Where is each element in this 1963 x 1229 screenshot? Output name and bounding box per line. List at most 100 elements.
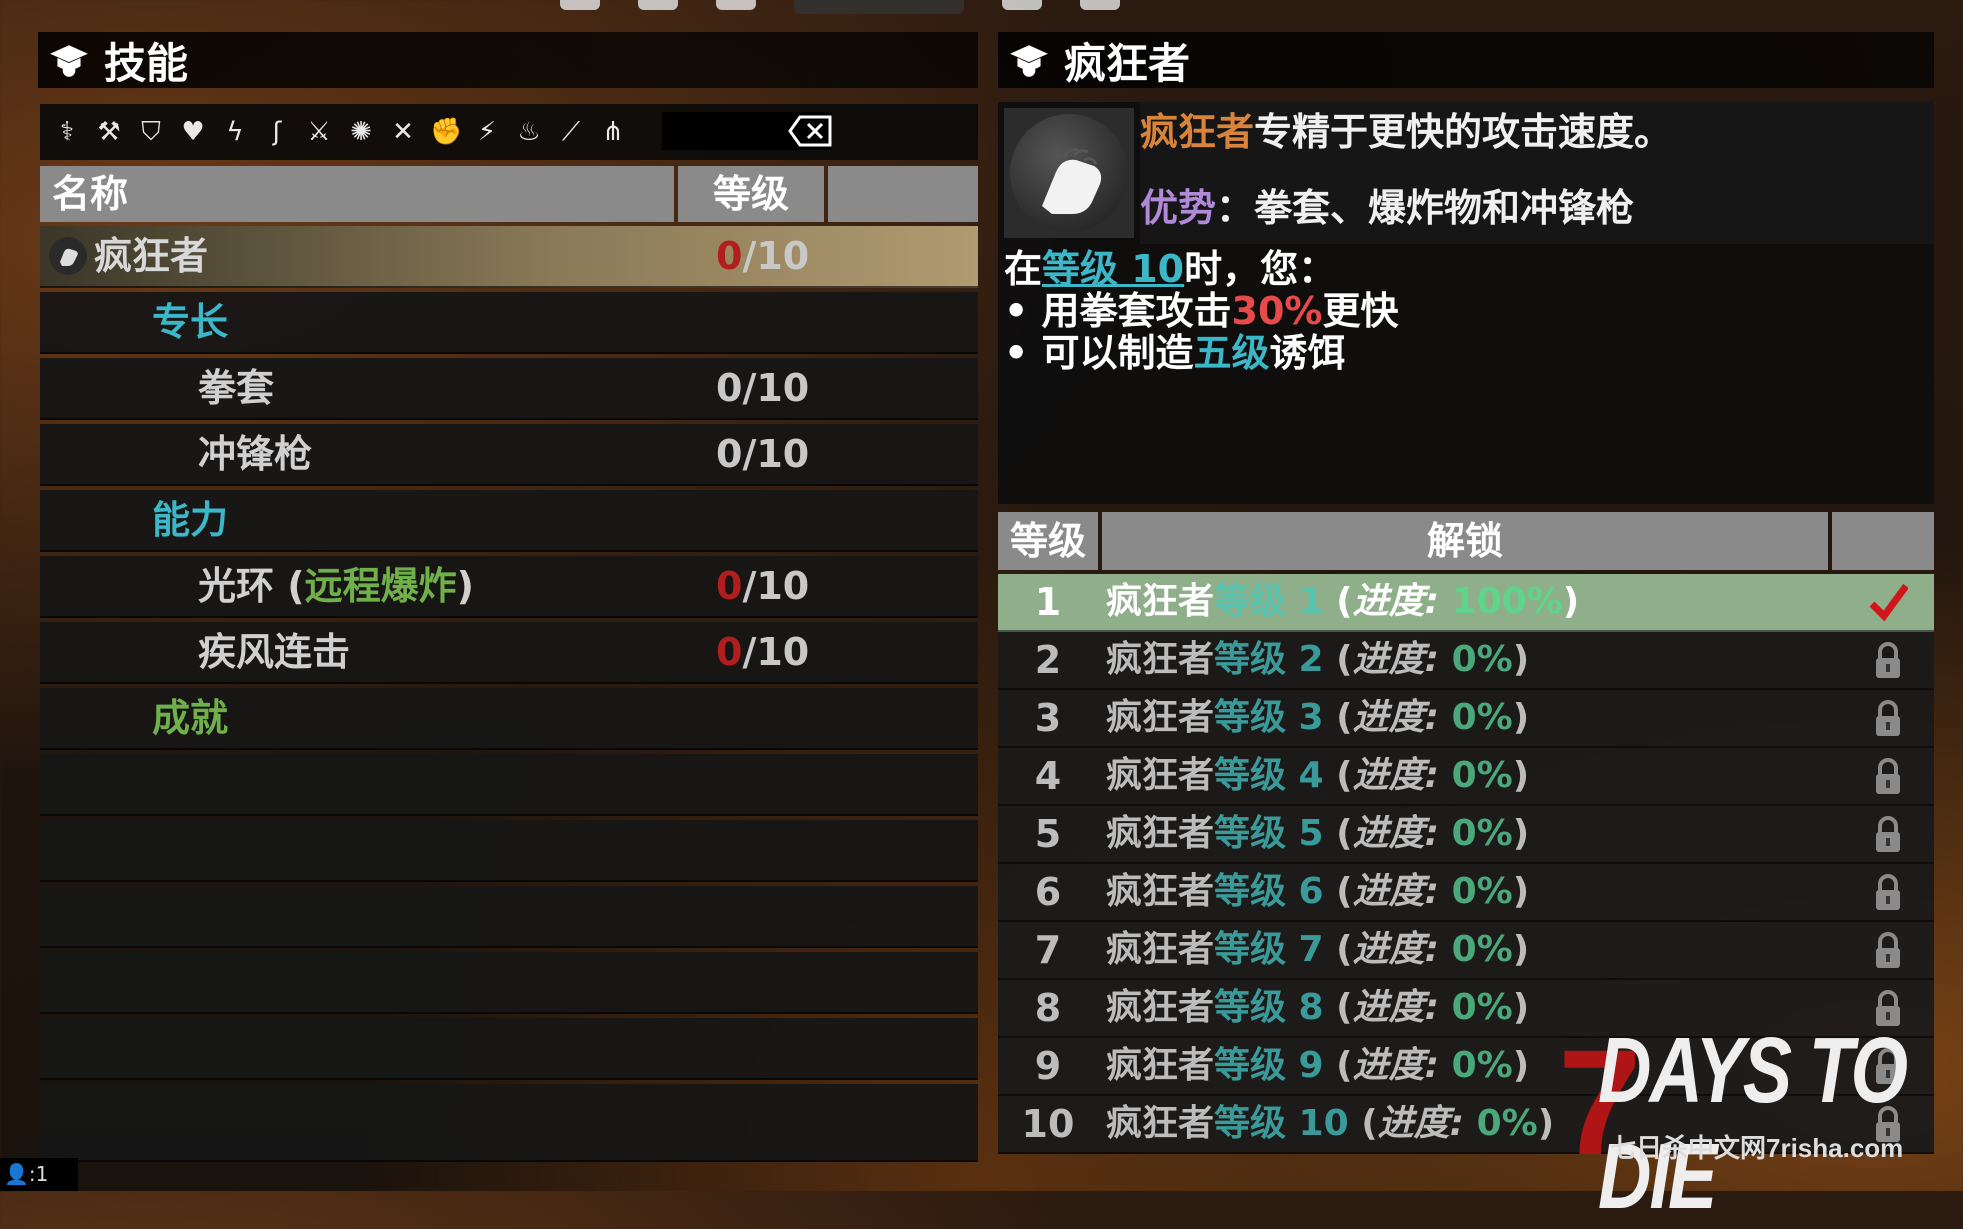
unlock-row[interactable]: 5 疯狂者等级 5 (进度: 0%) xyxy=(998,806,1934,864)
skill-row[interactable]: 光环 (远程爆炸) 0/10 xyxy=(40,556,978,618)
skill-level: 0/10 xyxy=(716,630,810,674)
unlock-level-number: 4 xyxy=(1034,754,1062,798)
unlock-description: 疯狂者等级 10 (进度: 0%) xyxy=(1106,1103,1555,1144)
unlock-description: 疯狂者等级 9 (进度: 0%) xyxy=(1106,1045,1530,1086)
skill-level: 0/10 xyxy=(716,564,810,608)
perk-image xyxy=(1004,108,1134,238)
top-tab-icon[interactable] xyxy=(560,0,600,10)
barbed-icon[interactable]: ✺ xyxy=(346,117,376,147)
perk-detail-title: 疯狂者 xyxy=(1064,38,1191,88)
level-link[interactable]: 等级 10 xyxy=(1042,247,1184,291)
crossed-weapons-icon[interactable]: ✕ xyxy=(388,117,418,147)
lock-icon xyxy=(1876,816,1900,852)
unlock-level-header: 等级 xyxy=(998,512,1098,570)
perk-summary-line: 疯狂者专精于更快的攻击速度。 xyxy=(1140,110,1673,154)
top-active-tab[interactable] xyxy=(794,0,964,14)
skill-level: 0/10 xyxy=(716,366,810,410)
unlock-description: 疯狂者等级 8 (进度: 0%) xyxy=(1106,987,1530,1028)
section-label-abilities: 能力 xyxy=(152,498,229,542)
unlock-level-number: 2 xyxy=(1034,638,1062,682)
section-row-achievements: 成就 xyxy=(40,688,978,750)
empty-row xyxy=(40,952,978,1014)
unlock-level-number: 10 xyxy=(1021,1102,1075,1146)
unlock-description: 疯狂者等级 6 (进度: 0%) xyxy=(1106,871,1530,912)
unlock-level-number: 1 xyxy=(1034,580,1062,624)
top-tab-icon[interactable] xyxy=(716,0,756,10)
fist-icon xyxy=(49,237,87,275)
lock-icon xyxy=(1876,700,1900,736)
stun-baton-icon[interactable]: ⚡ xyxy=(472,117,502,147)
lock-icon xyxy=(1876,874,1900,910)
unlock-level-number: 6 xyxy=(1034,870,1062,914)
unlock-description: 疯狂者等级 3 (进度: 0%) xyxy=(1106,697,1530,738)
checkmark-icon xyxy=(1869,583,1908,622)
top-tab-icon[interactable] xyxy=(638,0,678,10)
graduation-cap-icon xyxy=(50,45,88,77)
unlock-status-header xyxy=(1832,512,1934,570)
skills-panel-header: 技能 xyxy=(38,32,978,88)
cleaver-icon[interactable]: ⚔ xyxy=(304,117,334,147)
skill-filter-bar: ⚕ ⚒ ⛉ ♥ ϟ ʃ ⚔ ✺ ✕ ✊ ⚡ ♨ ⟋ ⋔ xyxy=(40,104,978,160)
unlock-row[interactable]: 2 疯狂者等级 2 (进度: 0%) xyxy=(998,632,1934,690)
unlock-level-number: 7 xyxy=(1034,928,1062,972)
column-blank-header xyxy=(828,166,978,222)
section-label-achievements: 成就 xyxy=(152,696,229,740)
unlock-row[interactable]: 7 疯狂者等级 7 (进度: 0%) xyxy=(998,922,1934,980)
unlock-description: 疯狂者等级 2 (进度: 0%) xyxy=(1106,639,1530,680)
skill-name: 冲锋枪 xyxy=(198,432,313,476)
perk-advantage-line: 优势：拳套、爆炸物和冲锋枪 xyxy=(1140,186,1635,230)
skill-name: 疯狂者 xyxy=(94,234,209,278)
empty-row xyxy=(40,1018,978,1080)
skill-level: 0/10 xyxy=(716,432,810,476)
skill-name: 疾风连击 xyxy=(198,630,351,674)
machete-icon[interactable]: ⟋ xyxy=(556,117,586,147)
unlock-level-number: 3 xyxy=(1034,696,1062,740)
empty-row xyxy=(40,754,978,816)
unlock-level-number: 5 xyxy=(1034,812,1062,856)
skill-row[interactable]: 拳套 0/10 xyxy=(40,358,978,420)
tracker-icon[interactable]: ʃ xyxy=(262,117,292,147)
unlock-level-number: 8 xyxy=(1034,986,1062,1030)
lock-icon xyxy=(1876,758,1900,794)
fist-icon[interactable]: ✊ xyxy=(430,117,462,147)
fist-icon xyxy=(1042,148,1102,214)
perk-description-box: 疯狂者专精于更快的攻击速度。 优势：拳套、爆炸物和冲锋枪 在等级 10时，您： … xyxy=(998,102,1934,504)
skill-level: 0/10 xyxy=(716,234,810,278)
unlock-row[interactable]: 3 疯狂者等级 3 (进度: 0%) xyxy=(998,690,1934,748)
skills-title: 技能 xyxy=(104,38,189,88)
column-name-header[interactable]: 名称 xyxy=(40,166,674,222)
unlock-row[interactable]: 1 疯狂者等级 1 (进度: 100%) xyxy=(998,574,1934,632)
unlock-row[interactable]: 6 疯狂者等级 6 (进度: 0%) xyxy=(998,864,1934,922)
top-tab-icon[interactable] xyxy=(1002,0,1042,10)
heart-shield-icon[interactable]: ♥ xyxy=(178,117,208,147)
perk-detail-header: 疯狂者 xyxy=(998,32,1934,88)
skill-name: 拳套 xyxy=(198,366,275,410)
empty-row xyxy=(40,820,978,882)
unlock-level-number: 9 xyxy=(1034,1044,1062,1088)
game-logo: 7 DAYS TO DIE 七日杀中文网7risha.com xyxy=(1558,1018,1908,1228)
flame-icon[interactable]: ♨ xyxy=(514,117,544,147)
column-level-header[interactable]: 等级 xyxy=(678,166,824,222)
skill-row[interactable]: 冲锋枪 0/10 xyxy=(40,424,978,486)
boots-icon[interactable]: ϟ xyxy=(220,117,250,147)
unlock-row[interactable]: 4 疯狂者等级 4 (进度: 0%) xyxy=(998,748,1934,806)
spikes-icon[interactable]: ⋔ xyxy=(598,117,628,147)
skill-table-header: 名称 等级 xyxy=(40,166,978,222)
lock-icon xyxy=(1876,932,1900,968)
perk-bonus-text: 在等级 10时，您： • 用拳套攻击30%更快 • 可以制造五级诱饵 xyxy=(1004,247,1399,375)
empty-row xyxy=(40,1084,978,1162)
shield-icon[interactable]: ⛉ xyxy=(136,117,166,147)
dna-icon[interactable]: ⚕ xyxy=(52,117,82,147)
perk-summary: 疯狂者专精于更快的攻击速度。 优势：拳套、爆炸物和冲锋枪 xyxy=(1140,102,1934,244)
unlock-description: 疯狂者等级 7 (进度: 0%) xyxy=(1106,929,1530,970)
hammer-icon[interactable]: ⚒ xyxy=(94,117,124,147)
empty-row xyxy=(40,886,978,948)
skill-name: 光环 (远程爆炸) xyxy=(198,564,474,608)
unlock-table-header: 等级 解锁 xyxy=(998,512,1934,570)
clear-search-icon[interactable] xyxy=(788,114,834,148)
skill-row[interactable]: 疾风连击 0/10 xyxy=(40,622,978,684)
skill-row-selected[interactable]: 疯狂者 0/10 xyxy=(40,226,978,288)
player-count-indicator: 👤:1 xyxy=(0,1158,78,1191)
section-label-perks: 专长 xyxy=(152,300,229,344)
top-tab-icon[interactable] xyxy=(1080,0,1120,10)
